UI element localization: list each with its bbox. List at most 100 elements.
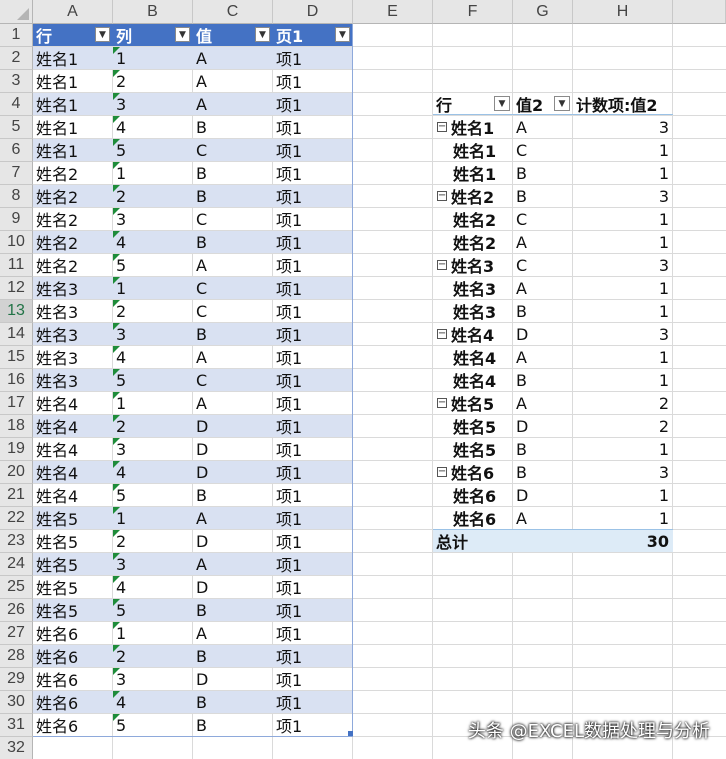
row-header[interactable]: 6 [0,139,33,162]
row-header[interactable]: 24 [0,553,33,576]
pivot-header-cell[interactable]: 行 ▼ [433,93,513,115]
row-header[interactable]: 3 [0,70,33,93]
pivot-value-cell[interactable]: A [513,116,573,138]
pivot-row-group[interactable]: − 姓名3 [433,254,513,276]
row-header[interactable]: 30 [0,691,33,714]
row-header[interactable]: 2 [0,47,33,70]
row-header[interactable]: 25 [0,576,33,599]
row-header[interactable]: 28 [0,645,33,668]
row-header[interactable]: 31 [0,714,33,737]
row-header[interactable]: 20 [0,461,33,484]
row-header[interactable]: 4 [0,93,33,116]
row-header[interactable]: 27 [0,622,33,645]
row-header[interactable]: 17 [0,392,33,415]
table-resize-handle-icon[interactable] [348,731,353,736]
pivot-row-group[interactable]: − 姓名5 [433,392,513,414]
column-header[interactable]: E [353,0,433,24]
row-header[interactable]: 21 [0,484,33,507]
pivot-count-cell[interactable]: 1 [573,208,673,230]
pivot-row-item[interactable]: 姓名2 [433,231,513,253]
pivot-value-cell[interactable]: D [513,323,573,345]
row-header[interactable]: 10 [0,231,33,254]
pivot-count-cell[interactable]: 1 [573,438,673,460]
pivot-value-cell[interactable]: B [513,438,573,460]
pivot-count-cell[interactable]: 1 [573,300,673,322]
pivot-count-cell[interactable]: 3 [573,254,673,276]
pivot-count-cell[interactable]: 1 [573,277,673,299]
collapse-minus-icon[interactable]: − [437,467,447,477]
select-all-corner[interactable] [0,0,33,24]
pivot-value-cell[interactable]: B [513,162,573,184]
pivot-count-cell[interactable]: 1 [573,346,673,368]
pivot-value-cell[interactable]: C [513,254,573,276]
row-header[interactable]: 5 [0,116,33,139]
pivot-value-cell[interactable]: C [513,208,573,230]
pivot-count-cell[interactable]: 3 [573,116,673,138]
pivot-value-cell[interactable]: B [513,461,573,483]
pivot-count-cell[interactable]: 3 [573,323,673,345]
pivot-value-cell[interactable]: B [513,185,573,207]
row-header[interactable]: 23 [0,530,33,553]
pivot-count-cell[interactable]: 2 [573,392,673,414]
pivot-count-cell[interactable]: 1 [573,231,673,253]
filter-dropdown-icon[interactable]: ▼ [494,96,510,111]
pivot-count-cell[interactable]: 3 [573,185,673,207]
pivot-value-cell[interactable]: B [513,300,573,322]
collapse-minus-icon[interactable]: − [437,260,447,270]
pivot-count-cell[interactable]: 2 [573,415,673,437]
pivot-value-cell[interactable]: C [513,139,573,161]
column-header[interactable]: A [33,0,113,24]
pivot-row-group[interactable]: − 姓名2 [433,185,513,207]
column-header[interactable]: D [273,0,353,24]
pivot-value-cell[interactable]: A [513,277,573,299]
row-header[interactable]: 11 [0,254,33,277]
pivot-count-cell[interactable]: 1 [573,484,673,506]
pivot-total-row[interactable]: 总计 30 [433,529,673,552]
row-header[interactable]: 32 [0,737,33,759]
pivot-row-item[interactable]: 姓名1 [433,162,513,184]
row-header[interactable]: 1 [0,24,33,47]
row-header[interactable]: 13 [0,300,33,323]
sort-dropdown-icon[interactable]: ▼ [554,96,570,111]
row-header[interactable]: 22 [0,507,33,530]
pivot-row-item[interactable]: 姓名6 [433,507,513,529]
row-header[interactable]: 14 [0,323,33,346]
pivot-row-item[interactable]: 姓名4 [433,369,513,391]
column-header[interactable]: H [573,0,673,24]
pivot-value-cell[interactable]: D [513,484,573,506]
pivot-row-item[interactable]: 姓名5 [433,438,513,460]
pivot-count-cell[interactable]: 3 [573,461,673,483]
pivot-value-cell[interactable]: A [513,346,573,368]
pivot-header-cell[interactable]: 值2 ▼ [513,93,573,115]
pivot-row-item[interactable]: 姓名1 [433,139,513,161]
pivot-value-cell[interactable]: B [513,369,573,391]
row-header[interactable]: 8 [0,185,33,208]
row-header[interactable]: 9 [0,208,33,231]
pivot-row-item[interactable]: 姓名4 [433,346,513,368]
column-header[interactable]: C [193,0,273,24]
pivot-header-cell[interactable]: 计数项:值2 [573,93,673,115]
row-header[interactable]: 16 [0,369,33,392]
row-header[interactable]: 19 [0,438,33,461]
pivot-row-item[interactable]: 姓名6 [433,484,513,506]
pivot-count-cell[interactable]: 1 [573,369,673,391]
collapse-minus-icon[interactable]: − [437,122,447,132]
column-header[interactable]: F [433,0,513,24]
pivot-row-item[interactable]: 姓名2 [433,208,513,230]
column-header[interactable]: G [513,0,573,24]
pivot-value-cell[interactable]: A [513,507,573,529]
pivot-value-cell[interactable]: A [513,392,573,414]
collapse-minus-icon[interactable]: − [437,398,447,408]
collapse-minus-icon[interactable]: − [437,329,447,339]
collapse-minus-icon[interactable]: − [437,191,447,201]
pivot-row-group[interactable]: − 姓名1 [433,116,513,138]
pivot-row-item[interactable]: 姓名3 [433,277,513,299]
pivot-row-item[interactable]: 姓名5 [433,415,513,437]
row-header[interactable]: 12 [0,277,33,300]
column-header[interactable]: B [113,0,193,24]
pivot-count-cell[interactable]: 1 [573,507,673,529]
pivot-value-cell[interactable]: A [513,231,573,253]
pivot-row-group[interactable]: − 姓名4 [433,323,513,345]
pivot-row-group[interactable]: − 姓名6 [433,461,513,483]
row-header[interactable]: 18 [0,415,33,438]
